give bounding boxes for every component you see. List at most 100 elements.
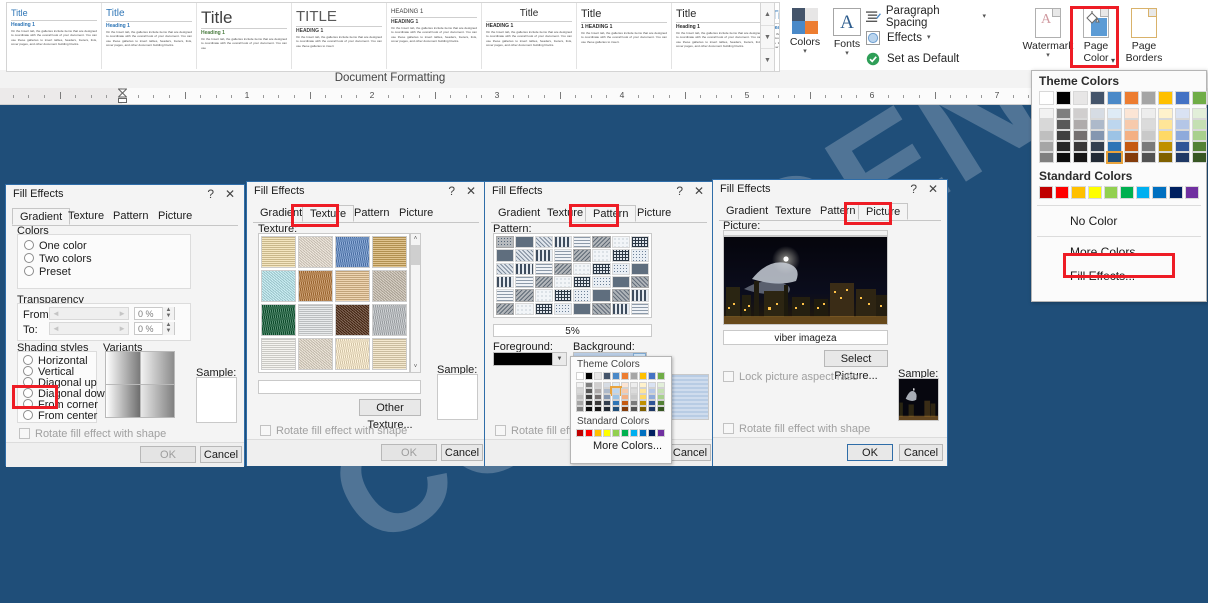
fill-effects-item[interactable]: Fill Effects... bbox=[1032, 264, 1206, 288]
close-icon[interactable]: ✕ bbox=[694, 184, 704, 198]
theme-color-swatch-1-2[interactable] bbox=[1056, 119, 1071, 130]
texture-swatch-4[interactable] bbox=[261, 270, 296, 302]
ok-button[interactable]: OK bbox=[140, 446, 196, 463]
theme-color-swatch-4-1[interactable] bbox=[1107, 108, 1122, 119]
fill-effects-dialog-picture[interactable]: Fill Effects ? ✕ Gradient Texture Patter… bbox=[712, 179, 948, 466]
transparency-from-spinner[interactable]: 0 % ▲ ▼ bbox=[134, 307, 175, 320]
texture-swatch-7[interactable] bbox=[372, 270, 407, 302]
standard-color-swatch-8[interactable] bbox=[1168, 186, 1183, 199]
variant-4[interactable] bbox=[140, 385, 174, 417]
gallery-scrollbar[interactable]: ▲ ▼ ▼ bbox=[760, 2, 775, 72]
gallery-more-icon[interactable]: ▼ bbox=[761, 49, 774, 71]
horizontal-ruler[interactable]: 12345678 bbox=[0, 88, 1208, 105]
no-color-item[interactable]: No Color bbox=[1032, 209, 1206, 233]
effects-button[interactable]: Effects ▾ bbox=[866, 28, 930, 48]
tab-gradient[interactable]: Gradient bbox=[719, 203, 775, 220]
dialog-tabstrip[interactable]: Gradient Texture Pattern Picture bbox=[12, 208, 238, 226]
pattern-swatch-9[interactable] bbox=[515, 249, 534, 262]
theme-color-swatch-5-4[interactable] bbox=[1124, 141, 1139, 152]
pattern-swatch-43[interactable] bbox=[553, 302, 572, 315]
flyout-standard-swatch-8[interactable] bbox=[648, 429, 656, 437]
standard-color-swatch-6[interactable] bbox=[1136, 186, 1151, 199]
pattern-swatch-39[interactable] bbox=[630, 289, 649, 302]
flyout-standard-swatch-4[interactable] bbox=[612, 429, 620, 437]
theme-color-swatch-3-1[interactable] bbox=[1090, 108, 1105, 119]
flyout-standard-colors-row[interactable] bbox=[571, 429, 671, 437]
theme-color-swatch-8-2[interactable] bbox=[1175, 119, 1190, 130]
flyout-more-colors-item[interactable]: More Colors... bbox=[571, 437, 671, 452]
dialog-tabstrip[interactable]: Gradient Texture Pattern Picture bbox=[719, 203, 941, 221]
variant-3[interactable] bbox=[106, 385, 140, 417]
theme-color-swatch-0-3[interactable] bbox=[1039, 130, 1054, 141]
pattern-swatch-35[interactable] bbox=[553, 289, 572, 302]
dialog-tabstrip[interactable]: Gradient Texture Pattern Picture bbox=[491, 205, 707, 223]
colors-button[interactable]: Colors ▾ bbox=[782, 8, 828, 56]
picture-name-field[interactable]: viber imageza bbox=[723, 330, 888, 345]
rotate-fill-checkbox[interactable]: Rotate fill effect with shape bbox=[19, 428, 166, 440]
tab-pattern[interactable]: Pattern bbox=[106, 208, 155, 225]
texture-swatch-10[interactable] bbox=[335, 304, 370, 336]
flyout-standard-swatch-7[interactable] bbox=[639, 429, 647, 437]
pattern-swatch-46[interactable] bbox=[611, 302, 630, 315]
variant-2[interactable] bbox=[140, 352, 174, 384]
theme-color-swatch-8-0[interactable] bbox=[1175, 91, 1190, 105]
tab-pattern[interactable]: Pattern bbox=[585, 205, 637, 222]
pattern-grid[interactable] bbox=[493, 233, 652, 318]
theme-color-swatch-8-3[interactable] bbox=[1175, 130, 1190, 141]
theme-color-swatch-9-5[interactable] bbox=[1192, 152, 1207, 163]
dialog-tabstrip[interactable]: Gradient Texture Pattern Picture bbox=[253, 205, 479, 223]
spinner-arrows-icon[interactable]: ▲ ▼ bbox=[162, 322, 174, 335]
texture-swatch-12[interactable] bbox=[261, 338, 296, 370]
flyout-theme-swatch-0-0[interactable] bbox=[576, 372, 584, 380]
theme-color-swatch-1-1[interactable] bbox=[1056, 108, 1071, 119]
tab-texture[interactable]: Texture bbox=[768, 203, 818, 220]
radio-from-center[interactable]: From center bbox=[23, 410, 97, 422]
texture-swatch-3[interactable] bbox=[372, 236, 407, 268]
theme-color-swatch-9-1[interactable] bbox=[1192, 108, 1207, 119]
pattern-swatch-23[interactable] bbox=[630, 262, 649, 275]
variant-1[interactable] bbox=[106, 352, 140, 384]
transparency-from-slider[interactable]: ◄ ► bbox=[49, 307, 129, 320]
cancel-button[interactable]: Cancel bbox=[441, 444, 483, 461]
theme-color-swatch-1-5[interactable] bbox=[1056, 152, 1071, 163]
pattern-swatch-0[interactable] bbox=[496, 236, 515, 249]
radio-two-colors[interactable]: Two colors bbox=[24, 253, 92, 265]
pattern-swatch-29[interactable] bbox=[592, 275, 611, 289]
style-card-2[interactable]: Title Heading 1 On the Insert tab, the gal… bbox=[197, 3, 292, 69]
standard-color-swatch-7[interactable] bbox=[1152, 186, 1167, 199]
theme-color-swatch-8-1[interactable] bbox=[1175, 108, 1190, 119]
pattern-swatch-42[interactable] bbox=[534, 302, 553, 315]
texture-swatch-8[interactable] bbox=[261, 304, 296, 336]
theme-color-swatch-4-0[interactable] bbox=[1107, 91, 1122, 105]
texture-swatch-5[interactable] bbox=[298, 270, 333, 302]
cancel-button[interactable]: Cancel bbox=[899, 444, 943, 461]
flyout-theme-swatch-8-0[interactable] bbox=[648, 372, 656, 380]
style-card-0[interactable]: Title Heading 1 On the Insert tab, the gal… bbox=[7, 3, 102, 69]
pattern-swatch-32[interactable] bbox=[496, 289, 515, 302]
pattern-swatch-16[interactable] bbox=[496, 262, 515, 275]
theme-color-swatch-0-0[interactable] bbox=[1039, 91, 1054, 105]
fill-effects-dialog-gradient[interactable]: Fill Effects ? ✕ Gradient Texture Patter… bbox=[5, 184, 245, 467]
pattern-swatch-24[interactable] bbox=[496, 275, 515, 289]
flyout-theme-swatch-6-0[interactable] bbox=[630, 372, 638, 380]
pattern-swatch-8[interactable] bbox=[496, 249, 515, 262]
flyout-standard-swatch-2[interactable] bbox=[594, 429, 602, 437]
theme-color-swatch-3-5[interactable] bbox=[1090, 152, 1105, 163]
pattern-swatch-33[interactable] bbox=[515, 289, 534, 302]
flyout-theme-swatch-4-0[interactable] bbox=[612, 372, 620, 380]
pattern-swatch-10[interactable] bbox=[534, 249, 553, 262]
theme-color-swatch-8-5[interactable] bbox=[1175, 152, 1190, 163]
theme-color-swatch-3-4[interactable] bbox=[1090, 141, 1105, 152]
flyout-theme-swatch-1-5[interactable] bbox=[585, 406, 593, 412]
pattern-swatch-45[interactable] bbox=[592, 302, 611, 315]
flyout-theme-swatch-3-5[interactable] bbox=[603, 406, 611, 412]
pattern-swatch-1[interactable] bbox=[515, 236, 534, 249]
watermark-arrow-icon[interactable]: ▾ bbox=[1046, 52, 1050, 60]
ok-button[interactable]: OK bbox=[381, 444, 437, 461]
theme-color-swatch-7-4[interactable] bbox=[1158, 141, 1173, 152]
pattern-swatch-18[interactable] bbox=[534, 262, 553, 275]
gallery-scroll-up-icon[interactable]: ▲ bbox=[761, 3, 774, 26]
flyout-theme-swatch-8-5[interactable] bbox=[648, 406, 656, 412]
flyout-theme-swatch-3-0[interactable] bbox=[603, 372, 611, 380]
close-icon[interactable]: ✕ bbox=[225, 187, 235, 201]
